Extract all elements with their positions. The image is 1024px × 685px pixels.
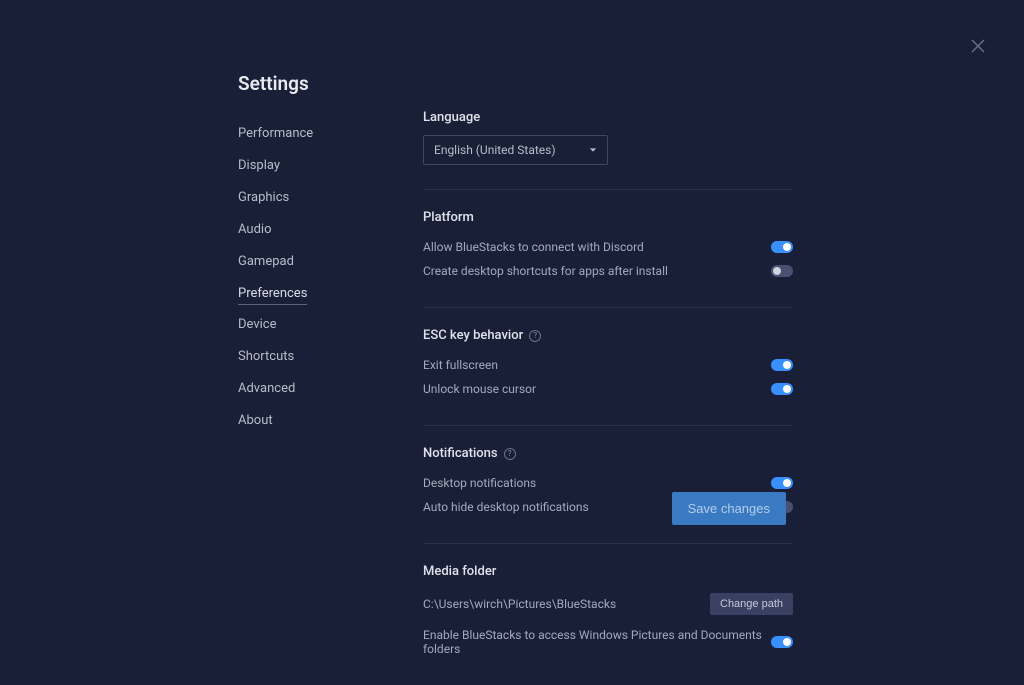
section-title-notifications: Notifications ? <box>423 446 793 461</box>
section-language: Language English (United States) <box>423 110 793 165</box>
close-icon[interactable] <box>970 38 986 54</box>
sidebar-item-about[interactable]: About <box>238 408 273 433</box>
row-media-path: C:\Users\wirch\Pictures\BlueStacks Chang… <box>423 589 793 623</box>
section-title-media: Media folder <box>423 564 793 579</box>
row-exit-fullscreen: Exit fullscreen <box>423 353 793 377</box>
toggle-desktop-notifications[interactable] <box>771 477 793 489</box>
sidebar-item-device[interactable]: Device <box>238 312 277 337</box>
divider <box>423 307 793 308</box>
page-title: Settings <box>238 72 338 95</box>
sidebar-item-gamepad[interactable]: Gamepad <box>238 249 294 274</box>
save-button[interactable]: Save changes <box>672 492 786 525</box>
row-label: Enable BlueStacks to access Windows Pict… <box>423 628 771 656</box>
row-media-access: Enable BlueStacks to access Windows Pict… <box>423 623 793 661</box>
sidebar-item-graphics[interactable]: Graphics <box>238 185 289 210</box>
toggle-media-access[interactable] <box>771 636 793 648</box>
row-label: Desktop notifications <box>423 476 771 490</box>
row-label: Create desktop shortcuts for apps after … <box>423 264 771 278</box>
sidebar-item-performance[interactable]: Performance <box>238 121 313 146</box>
section-title-text: ESC key behavior <box>423 328 523 343</box>
divider <box>423 189 793 190</box>
divider <box>423 425 793 426</box>
row-shortcuts: Create desktop shortcuts for apps after … <box>423 259 793 283</box>
sidebar: Settings Performance Display Graphics Au… <box>238 72 338 685</box>
section-esc: ESC key behavior ? Exit fullscreen Unloc… <box>423 328 793 401</box>
sidebar-item-advanced[interactable]: Advanced <box>238 376 295 401</box>
help-icon[interactable]: ? <box>504 448 516 460</box>
row-label: Allow BlueStacks to connect with Discord <box>423 240 771 254</box>
sidebar-item-preferences[interactable]: Preferences <box>238 281 307 305</box>
sidebar-item-display[interactable]: Display <box>238 153 280 178</box>
toggle-exit-fullscreen[interactable] <box>771 359 793 371</box>
divider <box>423 543 793 544</box>
row-discord: Allow BlueStacks to connect with Discord <box>423 235 793 259</box>
chevron-down-icon <box>589 146 597 154</box>
section-title-platform: Platform <box>423 210 793 225</box>
sidebar-item-audio[interactable]: Audio <box>238 217 271 242</box>
toggle-shortcuts[interactable] <box>771 265 793 277</box>
sidebar-item-shortcuts[interactable]: Shortcuts <box>238 344 294 369</box>
row-label: Unlock mouse cursor <box>423 382 771 396</box>
change-path-button[interactable]: Change path <box>710 593 793 615</box>
section-title-text: Notifications <box>423 446 498 461</box>
section-media: Media folder C:\Users\wirch\Pictures\Blu… <box>423 564 793 661</box>
language-select[interactable]: English (United States) <box>423 135 608 165</box>
toggle-discord[interactable] <box>771 241 793 253</box>
media-path-text: C:\Users\wirch\Pictures\BlueStacks <box>423 597 616 611</box>
section-title-language: Language <box>423 110 793 125</box>
nav-list: Performance Display Graphics Audio Gamep… <box>238 121 338 433</box>
row-label: Exit fullscreen <box>423 358 771 372</box>
toggle-unlock-cursor[interactable] <box>771 383 793 395</box>
language-select-value: English (United States) <box>434 143 556 157</box>
help-icon[interactable]: ? <box>529 330 541 342</box>
content-panel: Language English (United States) Platfor… <box>423 72 793 685</box>
section-platform: Platform Allow BlueStacks to connect wit… <box>423 210 793 283</box>
section-title-esc: ESC key behavior ? <box>423 328 793 343</box>
row-unlock-cursor: Unlock mouse cursor <box>423 377 793 401</box>
